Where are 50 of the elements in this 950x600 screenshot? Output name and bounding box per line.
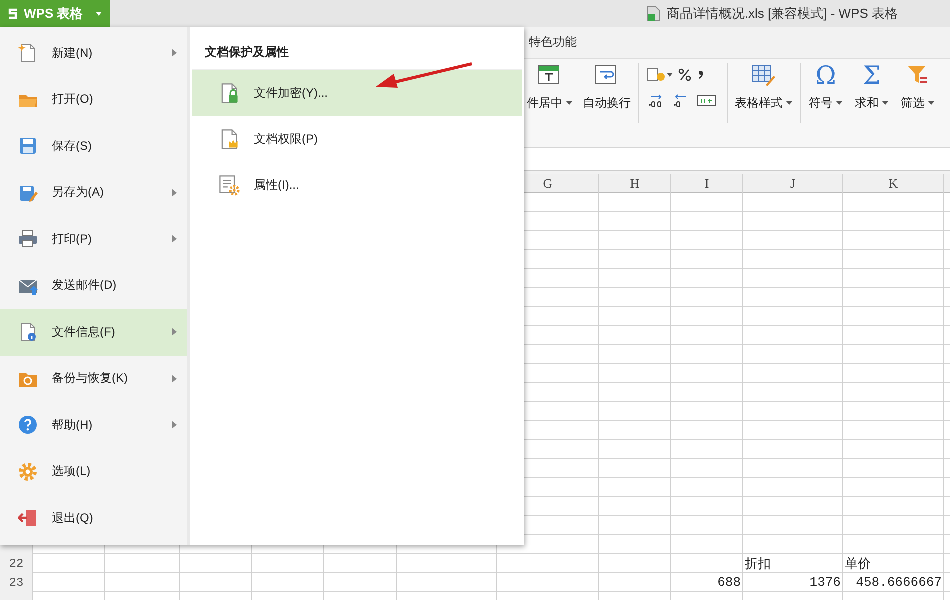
percent-icon[interactable] [678,68,692,82]
caret-icon [95,10,104,16]
menu-item[interactable]: 另存为(A) [0,170,187,216]
menu-item[interactable]: 属性(I)... [192,162,522,208]
new-file-icon [18,43,38,64]
menu-item[interactable]: 文件信息(F) [0,309,187,356]
ribbon-button[interactable]: 筛选 [897,59,939,112]
table-cell: 458.6666667 [856,575,942,590]
table-style-icon [751,63,777,89]
menu-item[interactable]: 新建(N) [0,30,187,76]
menu-item[interactable]: 退出(Q) [0,495,187,542]
menu-item[interactable]: 发送邮件(D) [0,262,187,309]
column-header[interactable]: H [630,176,640,192]
table-cell: 688 [718,575,741,590]
window-title: 商品详情概况.xls [兼容模式] - WPS 表格 [666,4,898,22]
row-number[interactable]: 22 [9,556,24,570]
column-header[interactable]: I [704,176,710,192]
ribbon-button[interactable]: 表格样式 [732,59,796,112]
menu-item[interactable]: 文档权限(P) [192,116,522,162]
printer-icon [18,229,38,250]
symbol-icon: Σ [863,63,881,89]
table-cell-text: 单价 [845,556,871,572]
help-icon [18,415,38,436]
ribbon-button[interactable]: Ω 符号 [805,59,847,112]
spreadsheet-file-icon [646,6,661,22]
row-number[interactable]: 23 [9,576,24,590]
menu-item[interactable]: 打印(P) [0,216,187,262]
menu-item[interactable]: 帮助(H) [0,402,187,448]
symbol-icon: Ω [816,63,836,89]
gear-icon [18,462,38,482]
ribbon-button[interactable]: 自动换行 [580,59,634,112]
currency-icon[interactable] [647,67,673,83]
ribbon-button[interactable]: 件居中 [524,59,576,112]
column-header[interactable]: J [790,176,796,192]
table-cell: 1376 [810,575,841,590]
menu-item[interactable]: 选项(L) [0,448,187,495]
ribbon-button[interactable]: Σ 求和 [851,59,893,112]
table-cell-text: 折扣 [745,556,771,572]
comma-icon[interactable] [697,68,705,82]
menu-item[interactable]: 文件加密(Y)... [192,70,522,116]
column-header[interactable]: G [543,176,553,192]
column-header[interactable]: K [888,176,898,192]
menu-item[interactable]: 保存(S) [0,123,187,170]
document-gear-icon [218,174,240,196]
menu-item[interactable]: 备份与恢复(K) [0,356,187,402]
scientific-format-icon[interactable] [697,94,717,108]
exit-icon [18,508,38,528]
logo-icon [6,6,20,20]
ribbon-tab[interactable]: 特色功能 [529,34,577,51]
menu-item[interactable]: 打开(O) [0,76,187,123]
